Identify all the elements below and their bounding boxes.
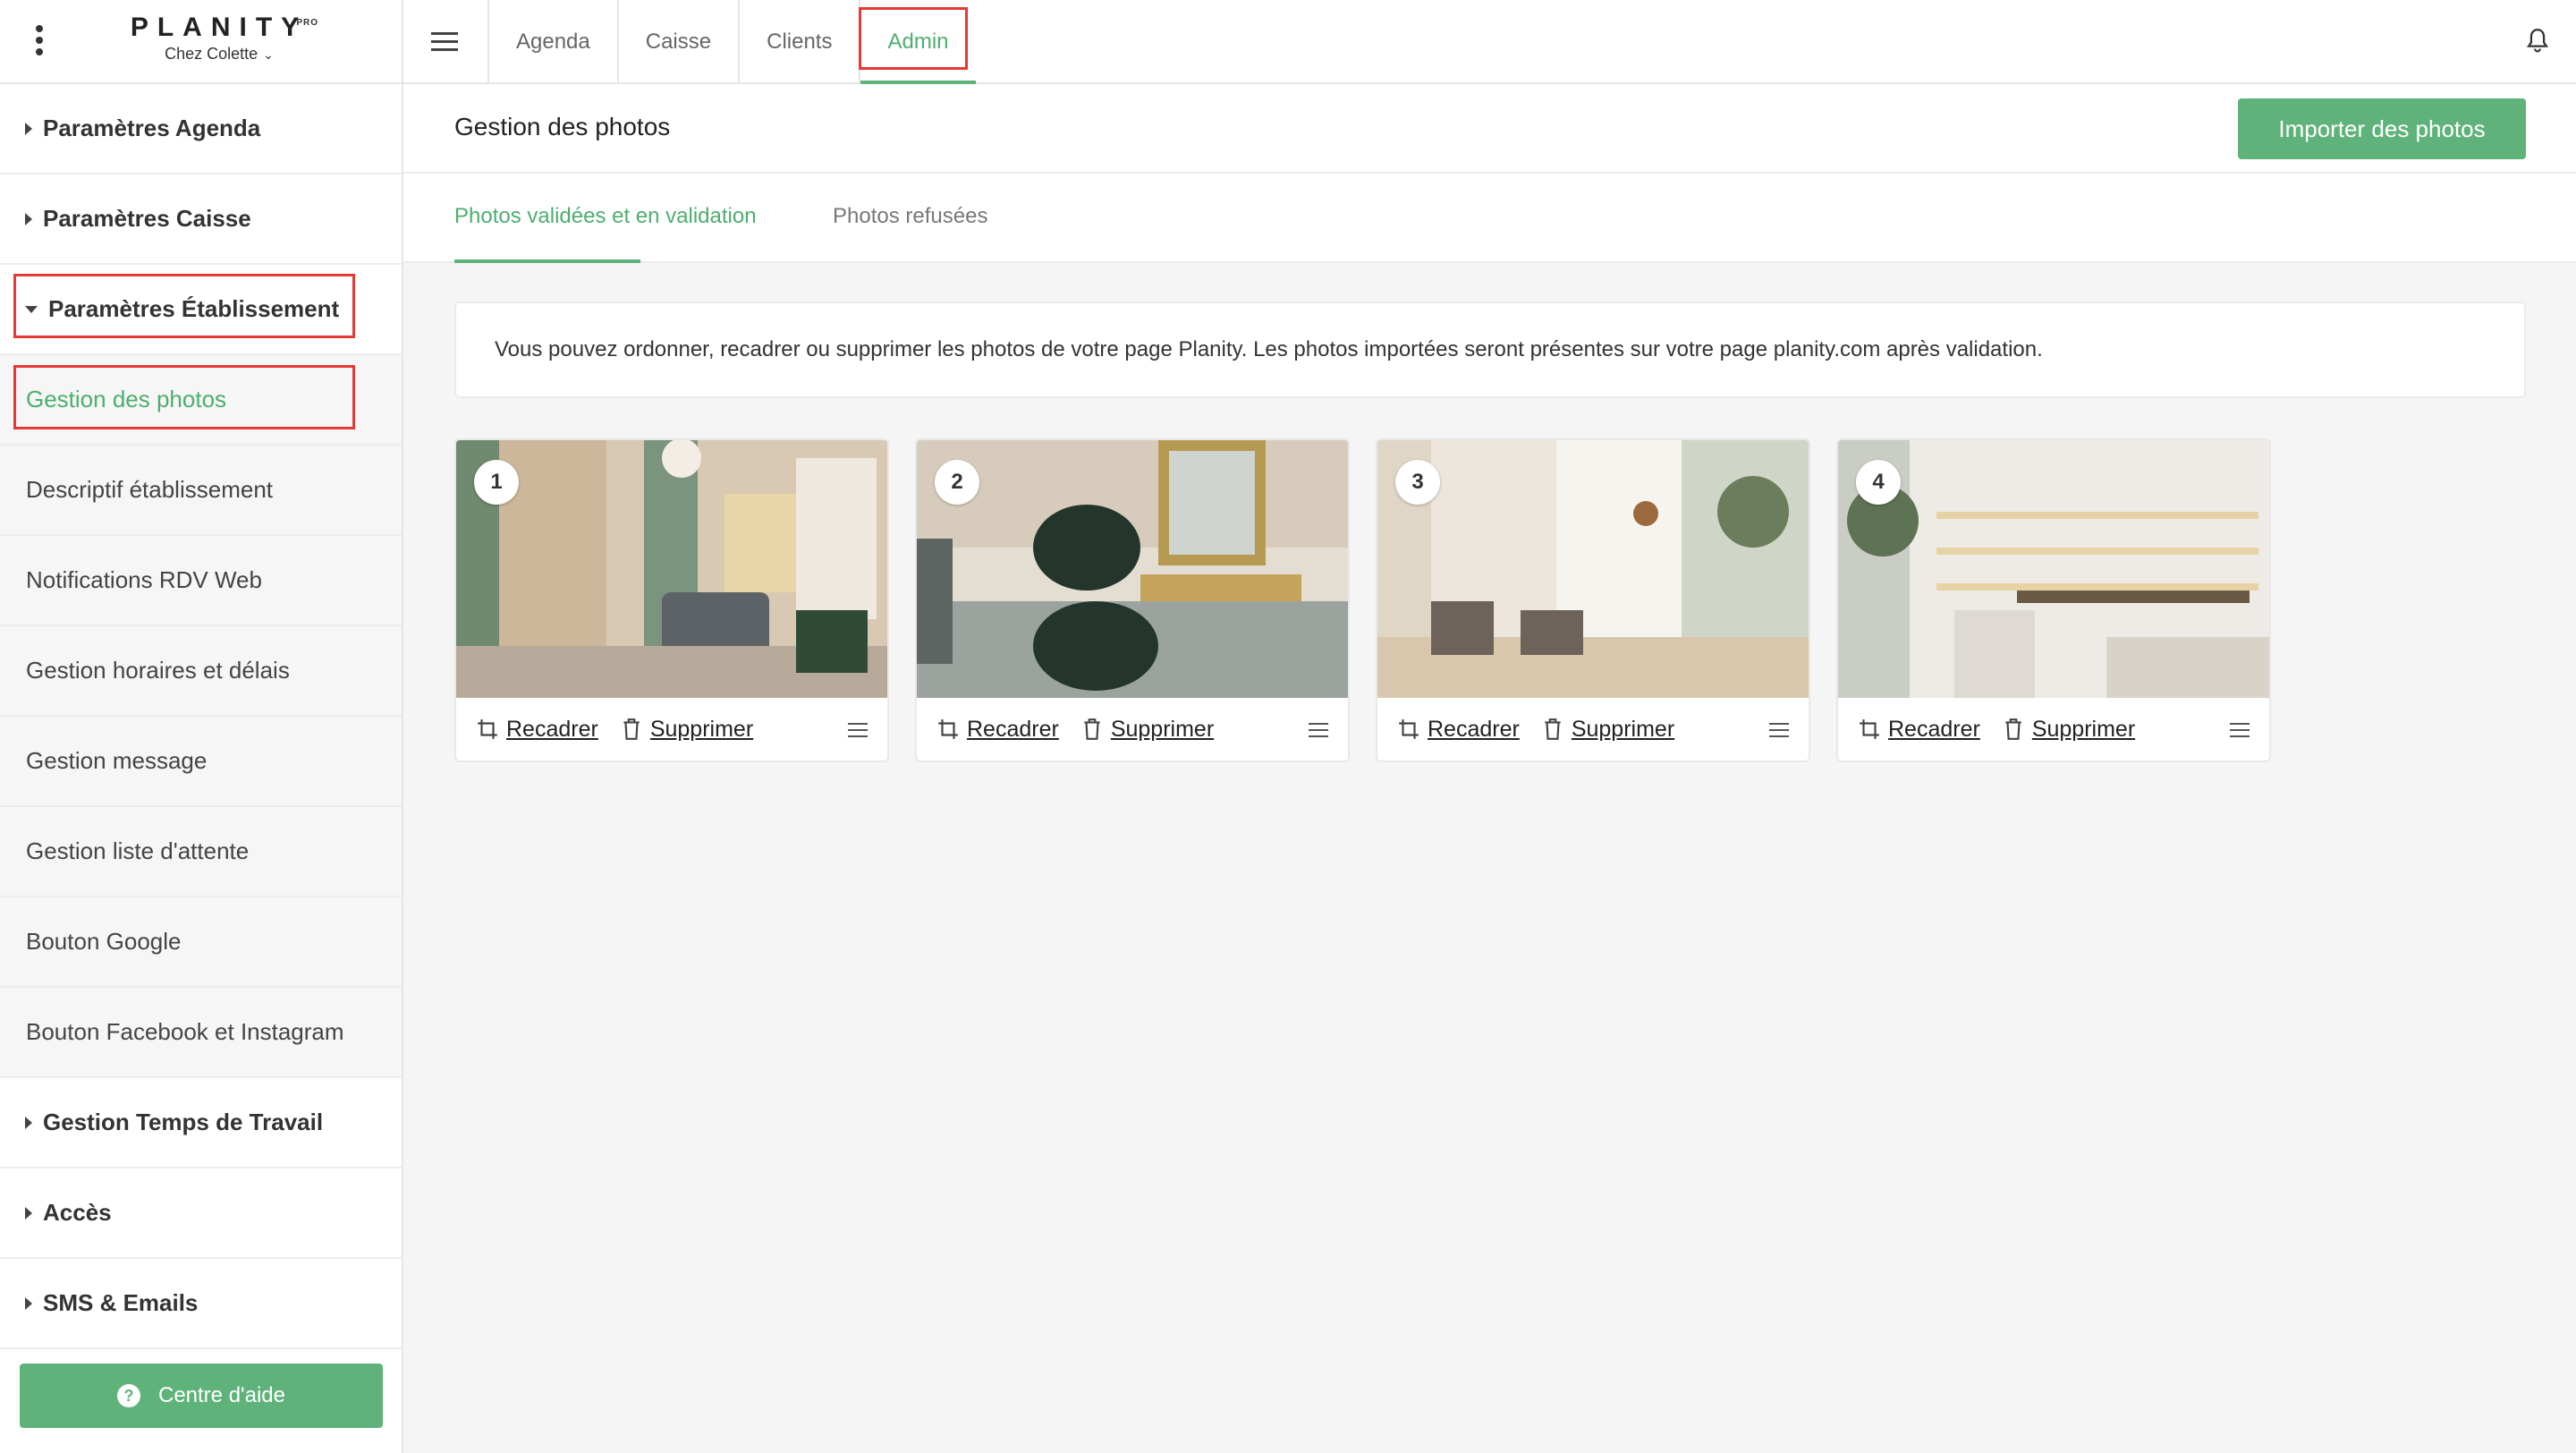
crop-icon xyxy=(478,719,497,739)
sidebar-item-label: SMS & Emails xyxy=(43,1289,199,1316)
sidebar-item-liste-attente[interactable]: Gestion liste d'attente xyxy=(0,807,402,897)
sidebar-item-acces[interactable]: Accès xyxy=(0,1168,402,1259)
crop-label: Recadrer xyxy=(506,716,598,742)
trash-icon xyxy=(1545,718,1561,740)
tab-refused-photos[interactable]: Photos refusées xyxy=(833,204,987,229)
salon-selector[interactable]: Chez Colette ⌄ xyxy=(116,45,322,64)
photo-thumbnail[interactable] xyxy=(917,440,1348,698)
page-header: Gestion des photos Importer des photos xyxy=(403,84,2576,174)
trash-icon xyxy=(2005,718,2021,740)
sidebar-item-bouton-google[interactable]: Bouton Google xyxy=(0,897,402,988)
delete-label: Supprimer xyxy=(2031,716,2136,742)
question-icon: ? xyxy=(116,1384,140,1407)
crop-button[interactable]: Recadrer xyxy=(1397,717,1520,743)
crop-icon xyxy=(1860,719,1879,739)
page-title: Gestion des photos xyxy=(454,113,671,140)
photo-number: 1 xyxy=(474,460,519,505)
brand-name: PLANITY xyxy=(130,13,309,42)
sidebar-item-descriptif[interactable]: Descriptif établissement xyxy=(0,446,402,536)
drag-handle-icon[interactable] xyxy=(848,723,868,742)
photo-thumbnail[interactable] xyxy=(1838,440,2269,698)
sidebar-item-label: Paramètres Agenda xyxy=(43,115,261,141)
delete-label: Supprimer xyxy=(1571,716,1675,742)
help-center-button[interactable]: ? Centre d'aide xyxy=(20,1364,383,1428)
tab-agenda[interactable]: Agenda xyxy=(487,0,617,84)
tab-clients[interactable]: Clients xyxy=(738,0,859,84)
sidebar-item-label: Accès xyxy=(43,1199,112,1226)
photo-thumbnail[interactable] xyxy=(456,440,887,698)
photo-tabs: Photos validées et en validation Photos … xyxy=(403,174,2576,263)
caret-right-icon xyxy=(25,212,32,225)
crop-label: Recadrer xyxy=(1428,716,1520,742)
photo-card[interactable]: 4 Recadrer Supprimer xyxy=(1836,438,2271,762)
photo-card[interactable]: 1 Recadrer Supprimer xyxy=(454,438,889,762)
sidebar: Paramètres Agenda Paramètres Caisse Para… xyxy=(0,84,403,1453)
drag-handle-icon[interactable] xyxy=(1769,723,1789,742)
crop-icon xyxy=(1399,719,1419,739)
sidebar-item-notifications[interactable]: Notifications RDV Web xyxy=(0,536,402,626)
delete-button[interactable]: Supprimer xyxy=(622,717,753,743)
photo-actions: Recadrer Supprimer xyxy=(456,698,887,760)
crop-label: Recadrer xyxy=(1888,716,1980,742)
photo-number: 4 xyxy=(1856,460,1901,505)
drag-handle-icon[interactable] xyxy=(1309,723,1328,742)
delete-label: Supprimer xyxy=(1110,716,1215,742)
crop-button[interactable]: Recadrer xyxy=(476,717,598,743)
trash-icon xyxy=(623,718,640,740)
brand-logo[interactable]: PLANITY PRO Chez Colette ⌄ xyxy=(116,13,322,64)
photo-card[interactable]: 3 Recadrer Supprimer xyxy=(1376,438,1810,762)
tab-validated-photos[interactable]: Photos validées et en validation xyxy=(454,204,757,229)
bell-icon[interactable] xyxy=(2522,25,2553,57)
photo-card[interactable]: 2 Recadrer Supprimer xyxy=(915,438,1350,762)
sidebar-item-message[interactable]: Gestion message xyxy=(0,717,402,807)
highlight-box xyxy=(859,7,968,70)
delete-button[interactable]: Supprimer xyxy=(1543,717,1674,743)
more-options-icon[interactable] xyxy=(27,25,52,59)
import-photos-button[interactable]: Importer des photos xyxy=(2238,98,2526,159)
delete-label: Supprimer xyxy=(649,716,754,742)
help-center-label: Centre d'aide xyxy=(157,1383,285,1407)
highlight-box xyxy=(13,365,355,429)
divider xyxy=(402,0,403,84)
sidebar-item-sms-emails[interactable]: SMS & Emails xyxy=(0,1259,402,1349)
sidebar-item-horaires[interactable]: Gestion horaires et délais xyxy=(0,626,402,717)
sidebar-item-bouton-facebook[interactable]: Bouton Facebook et Instagram xyxy=(0,988,402,1078)
trash-icon xyxy=(1084,718,1100,740)
delete-button[interactable]: Supprimer xyxy=(1082,717,1214,743)
info-message: Vous pouvez ordonner, recadrer ou suppri… xyxy=(454,302,2526,398)
photo-actions: Recadrer Supprimer xyxy=(1838,698,2269,760)
sidebar-item-parametres-caisse[interactable]: Paramètres Caisse xyxy=(0,174,402,265)
caret-right-icon xyxy=(25,122,32,135)
sidebar-item-parametres-agenda[interactable]: Paramètres Agenda xyxy=(0,84,402,174)
active-tab-indicator xyxy=(454,259,640,263)
delete-button[interactable]: Supprimer xyxy=(2004,717,2135,743)
photo-number: 3 xyxy=(1395,460,1440,505)
chevron-down-icon: ⌄ xyxy=(263,47,274,62)
crop-label: Recadrer xyxy=(967,716,1059,742)
photo-thumbnail[interactable] xyxy=(1377,440,1809,698)
brand-badge: PRO xyxy=(296,18,318,28)
menu-icon[interactable] xyxy=(431,32,458,52)
sidebar-item-temps-travail[interactable]: Gestion Temps de Travail xyxy=(0,1078,402,1168)
sidebar-item-label: Gestion Temps de Travail xyxy=(43,1109,324,1135)
photo-actions: Recadrer Supprimer xyxy=(1377,698,1809,760)
photo-actions: Recadrer Supprimer xyxy=(917,698,1348,760)
info-text: Vous pouvez ordonner, recadrer ou suppri… xyxy=(495,337,2043,361)
crop-button[interactable]: Recadrer xyxy=(1858,717,1980,743)
salon-name: Chez Colette xyxy=(165,45,258,63)
sidebar-item-label: Paramètres Caisse xyxy=(43,205,251,232)
caret-right-icon xyxy=(25,1116,32,1129)
top-bar: PLANITY PRO Chez Colette ⌄ Agenda Caisse … xyxy=(0,0,2576,84)
caret-right-icon xyxy=(25,1296,32,1310)
tab-caisse[interactable]: Caisse xyxy=(616,0,738,84)
crop-icon xyxy=(938,719,958,739)
drag-handle-icon[interactable] xyxy=(2230,723,2250,742)
caret-right-icon xyxy=(25,1206,32,1219)
highlight-box xyxy=(13,274,355,338)
photo-number: 2 xyxy=(935,460,979,505)
crop-button[interactable]: Recadrer xyxy=(936,717,1059,743)
